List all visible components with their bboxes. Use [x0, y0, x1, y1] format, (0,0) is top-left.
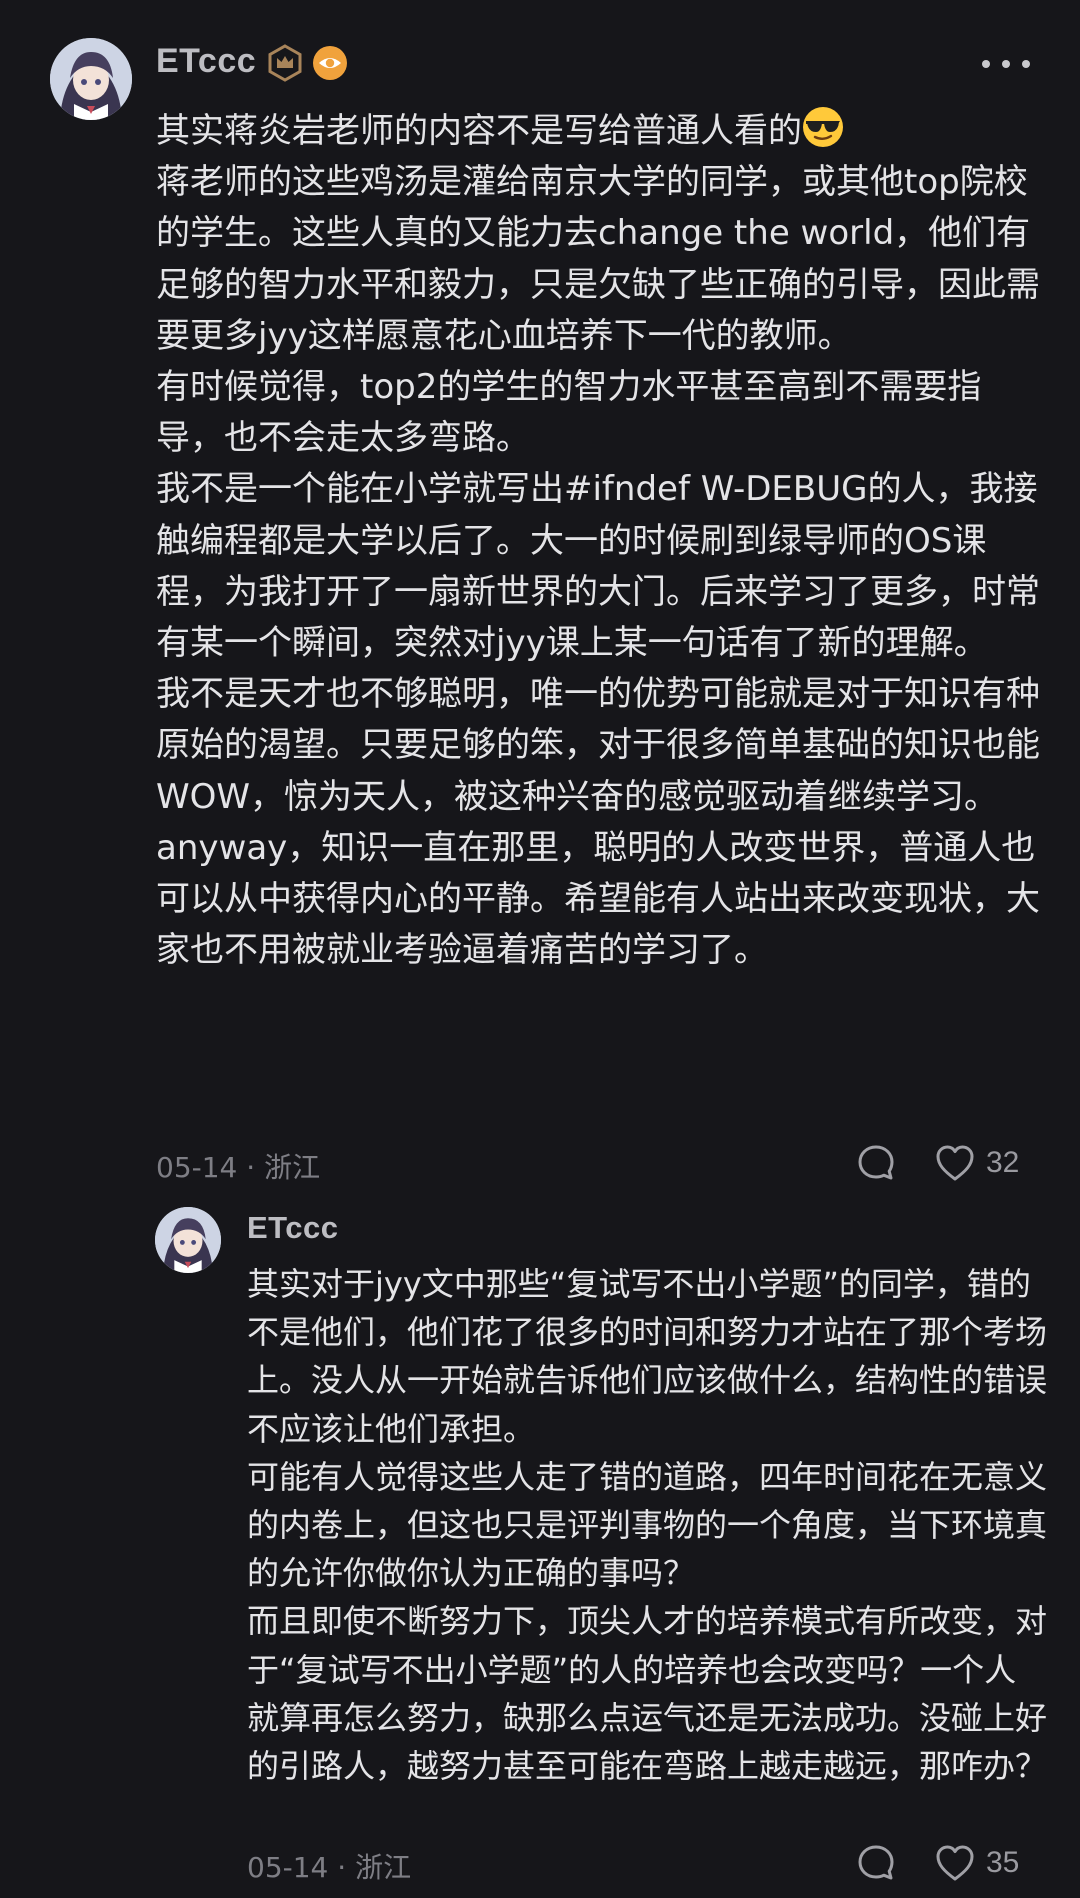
reply-like-count: 35	[986, 1846, 1020, 1879]
reply-meta: 05-14 · 浙江	[247, 1851, 412, 1884]
more-dots-icon	[982, 60, 990, 68]
reply-author-name[interactable]: ETccc	[247, 1210, 339, 1246]
sunglasses-emoji-icon	[802, 106, 844, 148]
author-name[interactable]: ETccc	[156, 42, 256, 81]
post-content: 其实蒋炎岩老师的内容不是写给普通人看的 蒋老师的这些鸡汤是灌给南京大学的同学，或…	[156, 106, 1046, 976]
reply-content: 其实对于jyy文中那些“复试写不出小学题”的同学，错的不是他们，他们花了很多的时…	[247, 1260, 1047, 1790]
crown-badge-icon	[266, 44, 304, 82]
reply-author-avatar[interactable]	[155, 1207, 221, 1273]
like-button[interactable]: 32	[934, 1143, 1019, 1183]
reply-like-button[interactable]: 35	[934, 1843, 1019, 1883]
comment-bubble-icon	[858, 1845, 894, 1880]
reply-paragraph: 其实对于jyy文中那些“复试写不出小学题”的同学，错的不是他们，他们花了很多的时…	[247, 1265, 1048, 1448]
comment-bubble-icon	[858, 1145, 894, 1180]
post-paragraph: 有时候觉得，top2的学生的智力水平甚至高到不需要指导，也不会走太多弯路。	[156, 367, 982, 459]
post-paragraph: 蒋老师的这些鸡汤是灌给南京大学的同学，或其他top院校的学生。这些人真的又能力去…	[156, 162, 1040, 356]
post-paragraph: 我不是天才也不够聪明，唯一的优势可能就是对于知识有种原始的渴望。只要足够的笨，对…	[156, 674, 1040, 817]
like-count: 32	[986, 1146, 1020, 1179]
reply-comment-button[interactable]	[856, 1843, 896, 1883]
post-paragraph: 其实蒋炎岩老师的内容不是写给普通人看的	[156, 106, 1046, 157]
reply-paragraph: 而且即使不断努力下，顶尖人才的培养模式有所改变，对于“复试写不出小学题”的人的培…	[247, 1602, 1048, 1786]
post-meta: 05-14 · 浙江	[156, 1151, 321, 1184]
heart-icon	[936, 1145, 974, 1181]
more-options-button[interactable]	[982, 50, 1030, 78]
heart-icon	[936, 1845, 974, 1881]
eye-badge-icon	[312, 45, 348, 81]
author-avatar[interactable]	[50, 38, 132, 120]
comment-button[interactable]	[856, 1143, 896, 1183]
post-paragraph: anyway，知识一直在那里，聪明的人改变世界，普通人也可以从中获得内心的平静。…	[156, 827, 1040, 971]
reply-paragraph: 可能有人觉得这些人走了错的道路，四年时间花在无意义的内卷上，但这也只是评判事物的…	[247, 1457, 1048, 1593]
post-paragraph: 我不是一个能在小学就写出#ifndef W-DEBUG的人，我接触编程都是大学以…	[156, 469, 1040, 664]
